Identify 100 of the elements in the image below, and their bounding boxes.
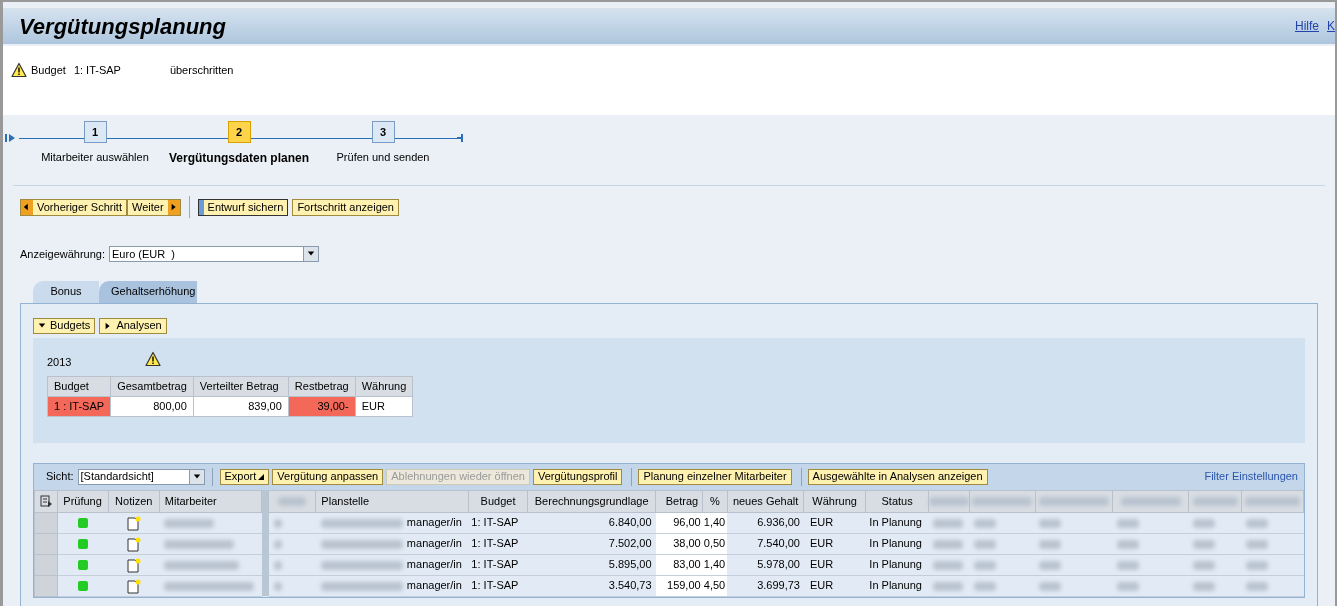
view-dropdown[interactable]: [Standardsicht] <box>77 468 205 485</box>
blurred-text <box>1039 539 1062 549</box>
table-cell: 1 : IT-SAP <box>47 396 111 417</box>
table-cell: 7.540,00 <box>727 533 804 554</box>
column-header: Verteilter Betrag <box>193 376 289 397</box>
step-number[interactable]: 3 <box>371 121 395 143</box>
blurred-text <box>1192 518 1215 528</box>
table-cell: 1: IT-SAP <box>468 533 528 554</box>
warning-icon <box>11 62 27 79</box>
note-icon[interactable] <box>126 557 141 573</box>
next-button[interactable]: Weiter <box>127 198 181 216</box>
table-cell: EUR <box>803 575 866 596</box>
currency-label: Anzeigewährung: <box>20 247 105 262</box>
step-label[interactable]: Mitarbeiter auswählen <box>41 149 149 166</box>
view-label: Sicht: <box>46 469 74 485</box>
note-icon[interactable] <box>126 578 141 594</box>
message-label: Budget <box>31 63 66 78</box>
amount-input[interactable]: 159,00 <box>655 575 703 596</box>
note-icon[interactable] <box>126 536 141 552</box>
blurred-header <box>278 497 307 507</box>
amount-input[interactable]: 38,00 <box>655 533 703 554</box>
column-header: Prüfung <box>57 490 109 512</box>
message-text: überschritten <box>169 63 234 78</box>
previous-step-button[interactable]: Vorheriger Schritt <box>20 198 127 216</box>
show-progress-button[interactable]: Fortschritt anzeigen <box>292 198 399 216</box>
caret-left-icon <box>23 202 31 212</box>
header-link[interactable]: K <box>1327 17 1335 35</box>
blurred-text <box>1116 581 1139 591</box>
grid-toolbar-button[interactable]: Export <box>219 468 270 485</box>
menu-caret-icon <box>258 473 265 480</box>
tab[interactable]: Gehaltserhöhung <box>99 280 197 303</box>
table-cell: 1: IT-SAP <box>468 554 528 575</box>
amount-input[interactable]: 96,00 <box>655 512 703 533</box>
blurred-text <box>1039 518 1062 528</box>
blurred-text <box>164 518 215 528</box>
table-cell: In Planung <box>865 512 929 533</box>
column-header: Währung <box>803 490 866 512</box>
blurred-text <box>973 539 996 549</box>
table-cell: 7.502,00 <box>527 533 656 554</box>
grid-toolbar-button[interactable]: Vergütungsprofil <box>533 468 623 485</box>
blurred-header <box>1245 497 1301 507</box>
column-header: Währung <box>355 376 413 397</box>
blurred-text <box>1116 539 1139 549</box>
step-number[interactable]: 1 <box>83 121 107 143</box>
message-budget: 1: IT-SAP <box>73 63 122 78</box>
header-link[interactable]: Hilfe <box>1294 17 1319 35</box>
step-label[interactable]: Vergütungsdaten planen <box>169 149 309 167</box>
table-cell: 6.840,00 <box>527 512 656 533</box>
tab[interactable]: Bonus <box>33 280 99 303</box>
note-icon[interactable] <box>126 515 141 531</box>
blurred-header <box>1120 497 1181 507</box>
section-toggle[interactable]: Budgets <box>33 317 96 334</box>
table-cell: manager/in <box>406 516 462 529</box>
blurred-text <box>932 518 963 528</box>
blurred-text <box>1192 560 1215 570</box>
amount-input[interactable]: 83,00 <box>655 554 703 575</box>
column-header: Status <box>865 490 929 512</box>
column-header: % <box>702 490 728 512</box>
blurred-text <box>973 560 996 570</box>
grid-toolbar-button[interactable]: Vergütung anpassen <box>272 468 384 485</box>
table-cell: In Planung <box>865 533 929 554</box>
step-number[interactable]: 2 <box>227 121 251 143</box>
blurred-text <box>1192 539 1215 549</box>
currency-dropdown[interactable]: Euro (EUR ) <box>109 246 319 263</box>
blurred-text <box>1039 560 1062 570</box>
filter-settings-link[interactable]: Filter Einstellungen <box>1204 468 1298 485</box>
budget-year: 2013 <box>47 354 73 370</box>
column-header: Notizen <box>108 490 160 512</box>
step-label[interactable]: Prüfen und senden <box>336 149 430 166</box>
table-cell: EUR <box>803 512 866 533</box>
column-header: Betrag <box>655 490 703 512</box>
blurred-text <box>973 518 996 528</box>
blurred-text <box>932 560 963 570</box>
section-toggle[interactable]: Analysen <box>99 317 167 334</box>
column-header: Berechnungsgrundlage <box>527 490 656 512</box>
column-header: Gesamtbetrag <box>110 376 194 397</box>
caret-right-icon <box>169 202 178 212</box>
blurred-text <box>932 539 963 549</box>
blurred-header <box>1192 497 1238 507</box>
table-cell: 3.540,73 <box>527 575 656 596</box>
table-cell: 5.895,00 <box>527 554 656 575</box>
blurred-text <box>164 539 235 549</box>
blurred-header <box>1039 497 1110 507</box>
table-cell: manager/in <box>406 537 462 550</box>
column-settings-icon[interactable] <box>39 495 52 507</box>
column-header: Restbetrag <box>288 376 356 397</box>
table-cell: manager/in <box>406 558 462 571</box>
grid-toolbar-button[interactable]: Planung einzelner Mitarbeiter <box>638 468 792 485</box>
table-cell: 6.936,00 <box>727 512 804 533</box>
table-cell: 3.699,73 <box>727 575 804 596</box>
page-title: Vergütungsplanung <box>19 12 226 41</box>
table-cell: EUR <box>803 533 866 554</box>
save-draft-button[interactable]: Entwurf sichern <box>197 198 289 216</box>
grid-toolbar-button[interactable]: Ausgewählte in Analysen anzeigen <box>807 468 988 485</box>
table-cell: In Planung <box>865 554 929 575</box>
blurred-text <box>273 539 282 549</box>
table-cell: 1: IT-SAP <box>468 575 528 596</box>
table-cell: EUR <box>803 554 866 575</box>
blurred-text <box>1245 518 1268 528</box>
table-cell: 1: IT-SAP <box>468 512 528 533</box>
